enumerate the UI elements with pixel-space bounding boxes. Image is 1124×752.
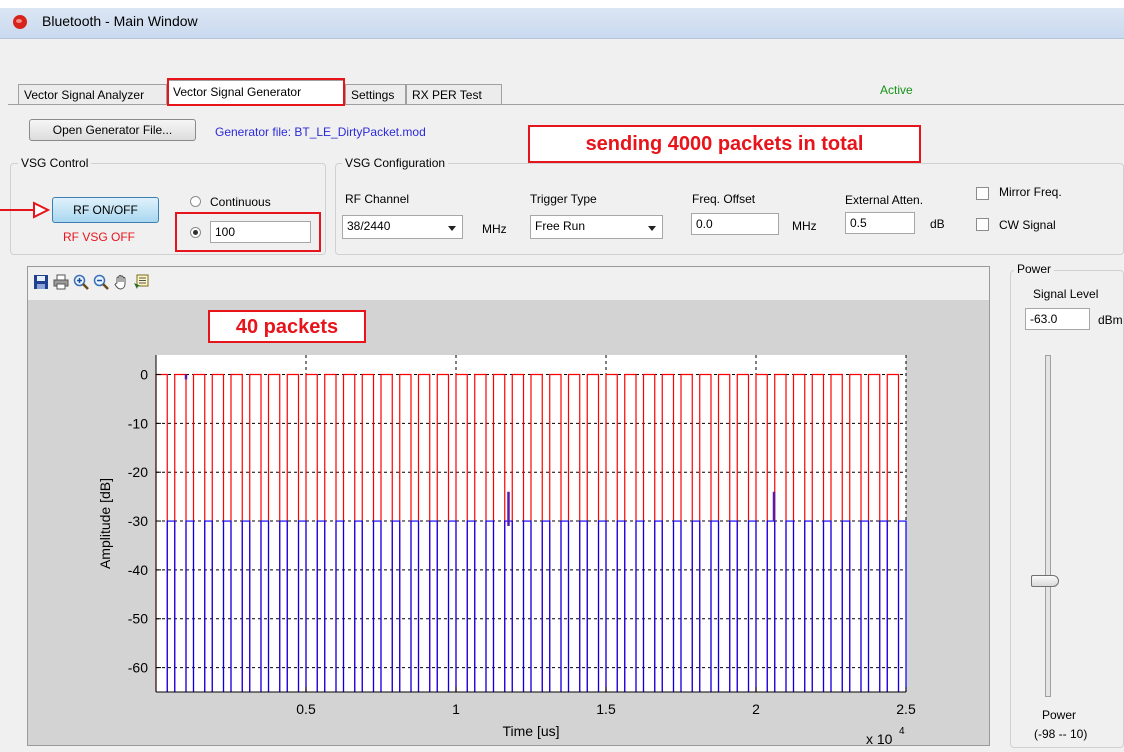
- mirror-freq-checkbox[interactable]: [976, 187, 989, 200]
- rf-channel-chevron-down-icon: [448, 226, 456, 231]
- external-atten-input[interactable]: 0.5: [845, 212, 915, 234]
- trigger-type-select[interactable]: Free Run: [530, 215, 663, 239]
- tab-vector-signal-analyzer[interactable]: Vector Signal Analyzer: [18, 84, 167, 104]
- packet-count-radio[interactable]: [190, 227, 201, 238]
- open-generator-file-button[interactable]: Open Generator File...: [29, 119, 196, 141]
- external-atten-unit: dB: [930, 217, 945, 231]
- freq-offset-input[interactable]: 0.0: [691, 213, 779, 235]
- print-icon[interactable]: [53, 274, 69, 290]
- mirror-freq-label: Mirror Freq.: [999, 185, 1062, 199]
- bluetooth-app-icon: [13, 15, 27, 29]
- power-group: [1010, 270, 1124, 748]
- tab-rx-per-test[interactable]: RX PER Test: [406, 84, 502, 104]
- packet-count-input[interactable]: 100: [210, 221, 311, 243]
- plot-background: [28, 300, 989, 745]
- annotation-40-packets: 40 packets: [208, 310, 366, 343]
- zoom-in-icon[interactable]: [73, 274, 89, 290]
- tab-settings[interactable]: Settings: [345, 84, 406, 104]
- zoom-out-icon[interactable]: [93, 274, 109, 290]
- power-slider-track[interactable]: [1045, 355, 1051, 697]
- rf-channel-label: RF Channel: [345, 192, 410, 206]
- signal-level-unit: dBm: [1098, 313, 1123, 327]
- rf-channel-unit: MHz: [482, 222, 507, 236]
- trigger-type-chevron-down-icon: [648, 226, 656, 231]
- rf-channel-select[interactable]: 38/2440: [342, 215, 463, 239]
- generator-file-label: Generator file: BT_LE_DirtyPacket.mod: [215, 125, 426, 139]
- save-icon[interactable]: [33, 274, 49, 290]
- trigger-type-value: Free Run: [535, 219, 586, 233]
- continuous-radio[interactable]: [190, 196, 201, 207]
- power-slider-thumb[interactable]: [1031, 575, 1059, 587]
- cw-signal-label: CW Signal: [999, 218, 1056, 232]
- rf-channel-value: 38/2440: [347, 219, 391, 233]
- external-atten-label: External Atten.: [845, 193, 924, 207]
- vsg-control-group-label: VSG Control: [18, 156, 92, 170]
- vsg-configuration-group-label: VSG Configuration: [342, 156, 449, 170]
- signal-level-label: Signal Level: [1033, 287, 1099, 301]
- pan-hand-icon[interactable]: [113, 274, 129, 290]
- window-title: Bluetooth - Main Window: [42, 13, 198, 29]
- arrow-pointer-icon: [0, 201, 51, 219]
- highlight-box-tab: [167, 78, 345, 106]
- freq-offset-label: Freq. Offset: [692, 192, 756, 206]
- vsg-configuration-group: [335, 163, 1124, 255]
- power-group-label: Power: [1014, 262, 1055, 276]
- signal-level-input[interactable]: -63.0: [1025, 308, 1090, 330]
- freq-offset-unit: MHz: [792, 219, 817, 233]
- continuous-label: Continuous: [210, 195, 271, 209]
- trigger-type-label: Trigger Type: [530, 192, 597, 206]
- annotation-total-packets: sending 4000 packets in total: [528, 125, 921, 163]
- power-slider-range: (-98 -- 10): [1034, 727, 1088, 741]
- cw-signal-checkbox[interactable]: [976, 218, 989, 231]
- rf-status-label: RF VSG OFF: [63, 230, 135, 244]
- status-active-label: Active: [880, 83, 913, 97]
- power-slider-label: Power: [1042, 708, 1077, 722]
- rf-on-off-button[interactable]: RF ON/OFF: [52, 197, 159, 223]
- data-cursor-icon[interactable]: [133, 274, 149, 290]
